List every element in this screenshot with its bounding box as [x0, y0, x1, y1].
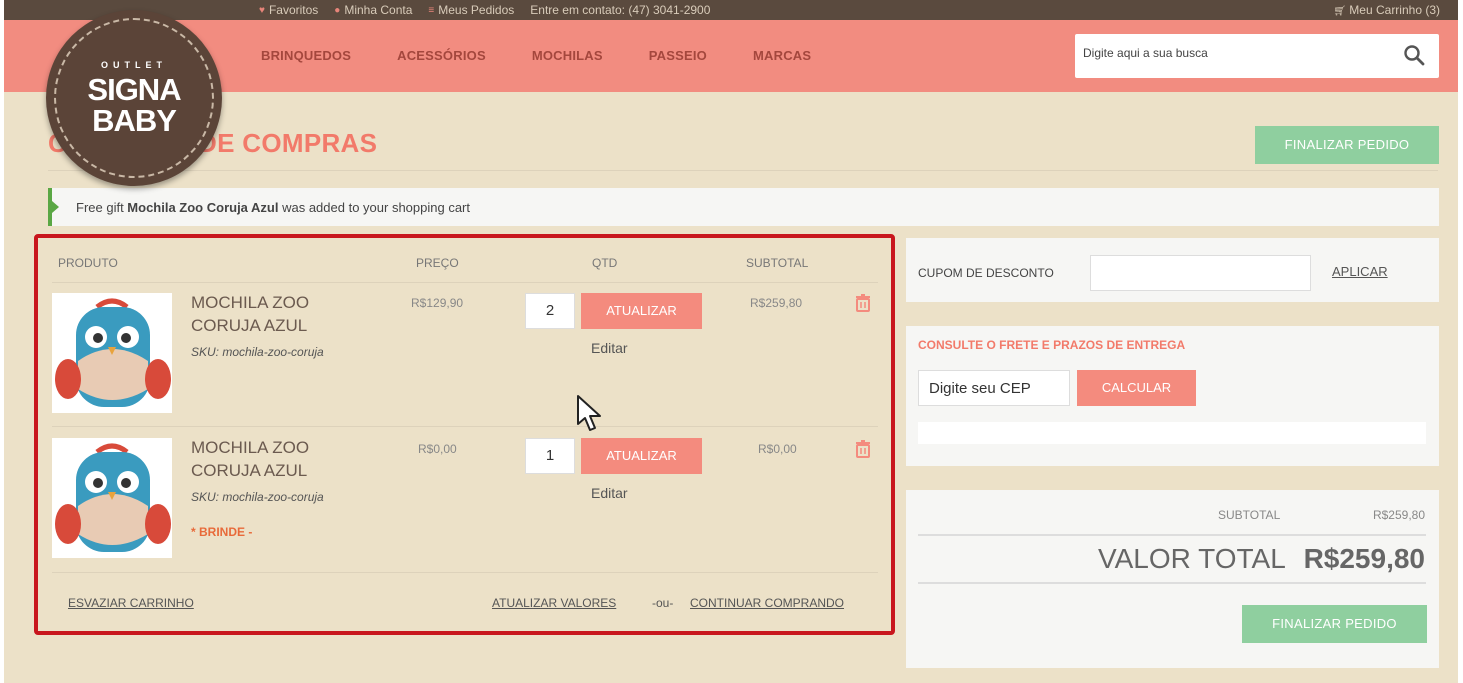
store-logo[interactable]: OUTLET SIGNA BABY — [46, 10, 222, 186]
product-name-link[interactable]: MOCHILA ZOO CORUJA AZUL — [191, 436, 351, 482]
or-separator: -ou- — [652, 596, 674, 610]
mini-cart-link[interactable]: 🛒︎ Meu Carrinho (3) — [1333, 3, 1440, 17]
nav-item-brinquedos[interactable]: BRINQUEDOS — [261, 48, 351, 63]
product-name-link[interactable]: MOCHILA ZOO CORUJA AZUL — [191, 291, 351, 337]
divider — [52, 572, 878, 573]
update-item-button[interactable]: ATUALIZAR — [581, 438, 702, 474]
search-input[interactable] — [1083, 46, 1383, 60]
edit-item-link[interactable]: Editar — [591, 340, 628, 356]
col-header-qty: QTD — [592, 256, 618, 270]
shipping-panel: CONSULTE O FRETE E PRAZOS DE ENTREGA CAL… — [906, 326, 1439, 466]
continue-shopping-link[interactable]: CONTINUAR COMPRANDO — [690, 596, 844, 610]
divider — [52, 282, 878, 283]
nav-item-passeio[interactable]: PASSEIO — [649, 48, 707, 63]
update-item-button[interactable]: ATUALIZAR — [581, 293, 702, 329]
cart-icon: 🛒︎ — [1333, 6, 1346, 17]
coupon-input[interactable] — [1090, 255, 1311, 291]
total-label: VALOR TOTAL — [1098, 543, 1286, 574]
col-header-subtotal: SUBTOTAL — [746, 256, 809, 270]
product-sku: SKU: mochila-zoo-coruja — [191, 345, 324, 359]
calculate-shipping-button[interactable]: CALCULAR — [1077, 370, 1196, 406]
coupon-panel: CUPOM DE DESCONTO APLICAR — [906, 238, 1439, 302]
quantity-input[interactable]: 1 — [525, 438, 575, 474]
cart-table: PRODUTO PREÇO QTD SUBTOTAL MOCHILA ZOO C… — [34, 234, 895, 635]
row-subtotal: R$0,00 — [758, 442, 797, 456]
unit-price: R$0,00 — [418, 442, 457, 456]
divider — [918, 534, 1426, 536]
coupon-label: CUPOM DE DESCONTO — [918, 266, 1054, 280]
divider — [52, 426, 878, 427]
edit-item-link[interactable]: Editar — [591, 485, 628, 501]
contact-text: Entre em contato: (47) 3041-2900 — [530, 3, 711, 17]
message-arrow-icon — [52, 201, 59, 213]
trash-icon[interactable] — [855, 294, 871, 312]
row-subtotal: R$259,80 — [750, 296, 803, 310]
cep-input[interactable] — [918, 370, 1070, 406]
backpack-icon — [55, 298, 171, 407]
user-icon: ● — [334, 4, 341, 16]
divider — [918, 582, 1426, 584]
heart-icon: ♥ — [259, 4, 265, 16]
total-value: R$259,80 — [1303, 543, 1425, 574]
subtotal-value: R$259,80 — [1372, 508, 1425, 522]
divider — [48, 170, 1438, 171]
main-nav: BRINQUEDOS ACESSÓRIOS MOCHILAS PASSEIO M… — [4, 20, 1458, 92]
nav-item-mochilas[interactable]: MOCHILAS — [532, 48, 603, 63]
checkout-button-bottom[interactable]: FINALIZAR PEDIDO — [1242, 605, 1427, 643]
checkout-button-top[interactable]: FINALIZAR PEDIDO — [1255, 126, 1439, 164]
account-link[interactable]: ● Minha Conta — [334, 3, 412, 17]
col-header-price: PREÇO — [416, 256, 459, 270]
success-message: Free gift Mochila Zoo Coruja Azul was ad… — [48, 188, 1439, 226]
top-bar: ♥ Favoritos ● Minha Conta ≡ Meus Pedidos En… — [4, 0, 1458, 20]
backpack-icon — [55, 443, 171, 552]
quantity-input[interactable]: 2 — [525, 293, 575, 329]
apply-coupon-link[interactable]: APLICAR — [1332, 264, 1388, 279]
trash-icon[interactable] — [855, 440, 871, 458]
col-header-product: PRODUTO — [58, 256, 118, 270]
nav-item-acessorios[interactable]: ACESSÓRIOS — [397, 48, 486, 63]
product-image[interactable] — [52, 438, 172, 558]
product-sku: SKU: mochila-zoo-coruja — [191, 490, 324, 504]
empty-cart-link[interactable]: ESVAZIAR CARRINHO — [68, 596, 194, 610]
unit-price: R$129,90 — [411, 296, 464, 310]
product-image[interactable] — [52, 293, 172, 413]
page: ♥ Favoritos ● Minha Conta ≡ Meus Pedidos En… — [4, 0, 1458, 683]
search-icon[interactable] — [1403, 44, 1425, 66]
gift-badge: * BRINDE - — [191, 525, 253, 539]
search-box — [1075, 34, 1439, 78]
shipping-result-area — [918, 422, 1426, 444]
favorites-link[interactable]: ♥ Favoritos — [259, 3, 318, 17]
subtotal-label: SUBTOTAL — [1218, 508, 1281, 522]
nav-item-marcas[interactable]: MARCAS — [753, 48, 811, 63]
update-values-link[interactable]: ATUALIZAR VALORES — [492, 596, 616, 610]
list-icon: ≡ — [428, 4, 435, 16]
shipping-label: CONSULTE O FRETE E PRAZOS DE ENTREGA — [918, 338, 1186, 352]
mouse-cursor-icon — [577, 395, 601, 431]
orders-link[interactable]: ≡ Meus Pedidos — [428, 3, 514, 17]
